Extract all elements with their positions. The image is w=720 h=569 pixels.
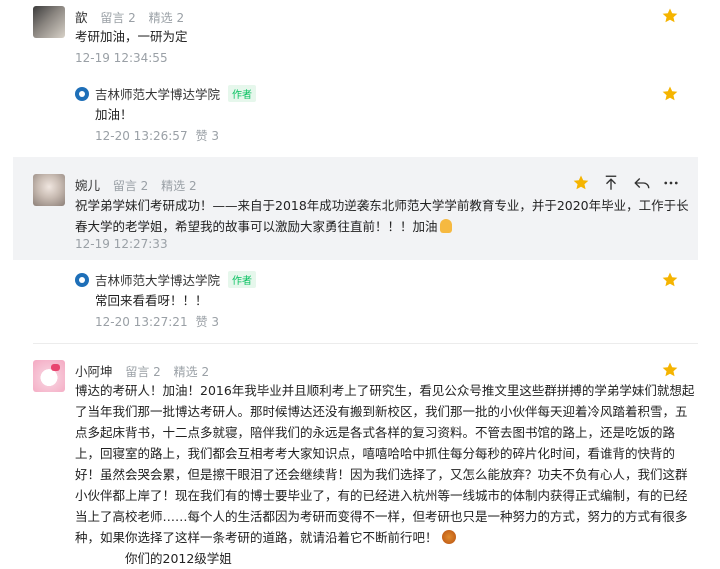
- reply-2-header: 吉林师范大学博达学院 作者: [75, 270, 257, 289]
- comment-3-text-line-4: 上，回寝室的路上，我们都会互相考考大家知识点，嘻嘻哈哈中抓住每分每秒的碎片化时间…: [75, 446, 676, 461]
- reply-2-likes[interactable]: 赞 3: [196, 315, 219, 329]
- comment-3-signature: 你们的2012级学姐: [125, 551, 232, 566]
- reply-2-author[interactable]: 吉林师范大学博达学院: [95, 273, 220, 288]
- reply-2-time-line: 12-20 13:27:21 赞 3: [95, 313, 219, 330]
- more-icon[interactable]: [661, 174, 681, 196]
- comment-2-header: 婉儿 留言 2 精选 2: [75, 175, 197, 194]
- comment-3-nickname[interactable]: 小阿坤: [75, 364, 113, 379]
- comment-2-actions: [572, 174, 692, 194]
- comment-2-text-line-1: 祝学弟学妹们考研成功！——来自于2018年成功逆袭东北师范大学学前教育专业，并于…: [75, 198, 689, 213]
- comment-2-text-line-2: 春大学的老学姐，希望我的故事可以激励大家勇往直前！！！加油: [75, 216, 689, 237]
- comment-2-text: 祝学弟学妹们考研成功！——来自于2018年成功逆袭东北师范大学学前教育专业，并于…: [75, 195, 689, 237]
- avatar-comment-3[interactable]: [33, 360, 65, 392]
- star-icon[interactable]: [661, 271, 679, 289]
- reply-1-time: 12-20 13:26:57: [95, 129, 188, 143]
- comment-3-header: 小阿坤 留言 2 精选 2: [75, 361, 209, 380]
- comment-2-nickname[interactable]: 婉儿: [75, 178, 100, 193]
- comment-1-text: 考研加油，一研为定: [75, 29, 188, 44]
- reply-1-likes[interactable]: 赞 3: [196, 129, 219, 143]
- reply-1-text: 加油！: [95, 107, 133, 122]
- reply-1-time-line: 12-20 13:26:57 赞 3: [95, 127, 219, 144]
- school-logo-icon: [75, 87, 89, 101]
- author-badge: 作者: [228, 271, 257, 288]
- reply-icon[interactable]: [633, 174, 651, 196]
- comment-3-text-line-2: 了当年我们那一批博达考研人。那时候博达还没有搬到新校区，我们那一批的小伙伴每天迎…: [75, 404, 688, 419]
- comment-3-text-line-8: 种，如果你选择了这样一条考研的道路，就请沿着它不断前行吧！: [75, 527, 694, 548]
- avatar-comment-1[interactable]: [33, 6, 65, 38]
- comment-2-messages: 留言 2: [112, 179, 149, 193]
- reply-1-header: 吉林师范大学博达学院 作者: [75, 84, 257, 103]
- school-logo-icon: [75, 273, 89, 287]
- divider: [33, 343, 698, 344]
- avatar-comment-2[interactable]: [33, 174, 65, 206]
- comment-3-text-line-3: 点多起床背书，十二点多就寝，陪伴我们的永远是各式各样的复习资料。不管去图书馆的路…: [75, 425, 676, 440]
- comment-3-text-line-1: 博达的考研人！加油！2016年我毕业并且顺利考上了研究生，看见公众号推文里这些群…: [75, 383, 695, 398]
- star-icon[interactable]: [661, 7, 679, 25]
- comment-1-featured: 精选 2: [148, 11, 185, 25]
- comment-1-header: 歆 留言 2 精选 2: [75, 7, 184, 26]
- author-badge: 作者: [228, 85, 257, 102]
- hello-kitty-bow: [51, 364, 60, 371]
- reply-1-author[interactable]: 吉林师范大学博达学院: [95, 87, 220, 102]
- comment-1-time: 12-19 12:34:55: [75, 51, 168, 65]
- comment-3-featured: 精选 2: [173, 365, 210, 379]
- reply-2-text: 常回来看看呀！！！: [95, 293, 208, 308]
- pizza-emoji-icon: [441, 530, 456, 544]
- star-icon[interactable]: [661, 361, 679, 379]
- comment-3-text-line-6: 小伙伴都上岸了！现在我们有的博士要毕业了，有的已经进入杭州等一线城市的体制内获得…: [75, 488, 688, 503]
- reply-2-time: 12-20 13:27:21: [95, 315, 188, 329]
- pin-top-icon[interactable]: [602, 174, 620, 196]
- muscle-emoji-icon: [439, 219, 452, 233]
- comment-3-text-line-7: 当上了高校老师……每个人的生活都因为考研而变得不一样，但考研也只是一种努力的方式…: [75, 509, 688, 524]
- comment-2-featured: 精选 2: [161, 179, 197, 193]
- star-icon[interactable]: [661, 85, 679, 103]
- comment-3-text-line-5: 好！虽然会哭会累，但是擦干眼泪了还会继续背！因为我们选择了，又怎么能放弃？功夫不…: [75, 467, 688, 482]
- comment-3-messages: 留言 2: [125, 365, 161, 379]
- star-icon[interactable]: [572, 174, 590, 196]
- comment-2-time: 12-19 12:27:33: [75, 237, 168, 251]
- comment-1-nickname[interactable]: 歆: [75, 10, 88, 25]
- comment-1-messages: 留言 2: [100, 11, 136, 25]
